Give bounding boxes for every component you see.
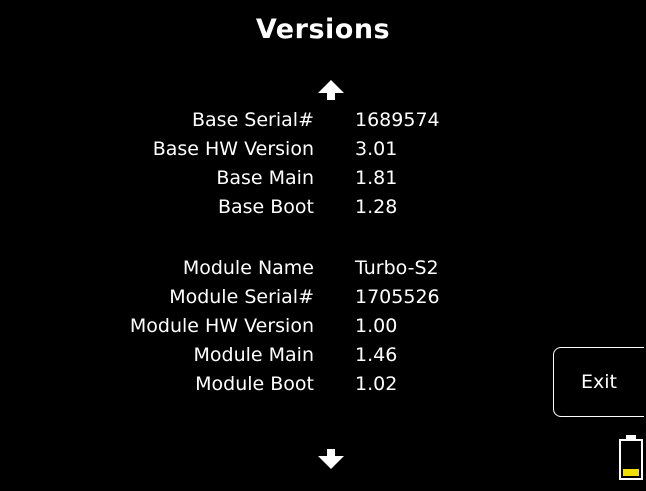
exit-button-label: Exit — [581, 371, 617, 393]
battery-body — [619, 439, 643, 480]
battery-icon — [619, 435, 643, 480]
base-boot-value: 1.28 — [355, 196, 398, 218]
module-boot-label: Module Boot — [195, 373, 314, 395]
page-title: Versions — [255, 14, 391, 45]
info-row-base-hw-version: Base HW Version 3.01 — [0, 135, 646, 163]
base-serial-value: 1689574 — [355, 109, 440, 131]
info-row-module-hw-version: Module HW Version 1.00 — [0, 312, 646, 340]
base-main-label: Base Main — [216, 167, 314, 189]
base-hw-version-value: 3.01 — [355, 138, 398, 160]
info-row-base-main: Base Main 1.81 — [0, 164, 646, 192]
module-hw-version-value: 1.00 — [355, 315, 398, 337]
module-main-value: 1.46 — [355, 344, 398, 366]
info-row-module-name: Module Name Turbo-S2 — [0, 254, 646, 282]
base-hw-version-label: Base HW Version — [152, 138, 314, 160]
info-row-module-serial: Module Serial# 1705526 — [0, 283, 646, 311]
arrow-up-icon[interactable] — [318, 80, 344, 100]
versions-screen: Versions Base Serial# 1689574 Base HW Ve… — [0, 0, 646, 491]
module-serial-label: Module Serial# — [169, 286, 314, 308]
info-row-base-serial: Base Serial# 1689574 — [0, 106, 646, 134]
module-serial-value: 1705526 — [355, 286, 440, 308]
base-serial-label: Base Serial# — [192, 109, 314, 131]
module-name-label: Module Name — [182, 257, 314, 279]
info-row-module-boot: Module Boot 1.02 — [0, 370, 646, 398]
module-name-value: Turbo-S2 — [355, 257, 439, 279]
base-main-value: 1.81 — [355, 167, 398, 189]
module-main-label: Module Main — [193, 344, 315, 366]
module-boot-value: 1.02 — [355, 373, 398, 395]
exit-button[interactable]: Exit — [553, 347, 644, 417]
arrow-down-icon[interactable] — [318, 449, 344, 469]
info-row-module-main: Module Main 1.46 — [0, 341, 646, 369]
info-row-base-boot: Base Boot 1.28 — [0, 193, 646, 221]
battery-level-fill — [623, 468, 639, 476]
base-boot-label: Base Boot — [217, 196, 314, 218]
module-hw-version-label: Module HW Version — [129, 315, 314, 337]
